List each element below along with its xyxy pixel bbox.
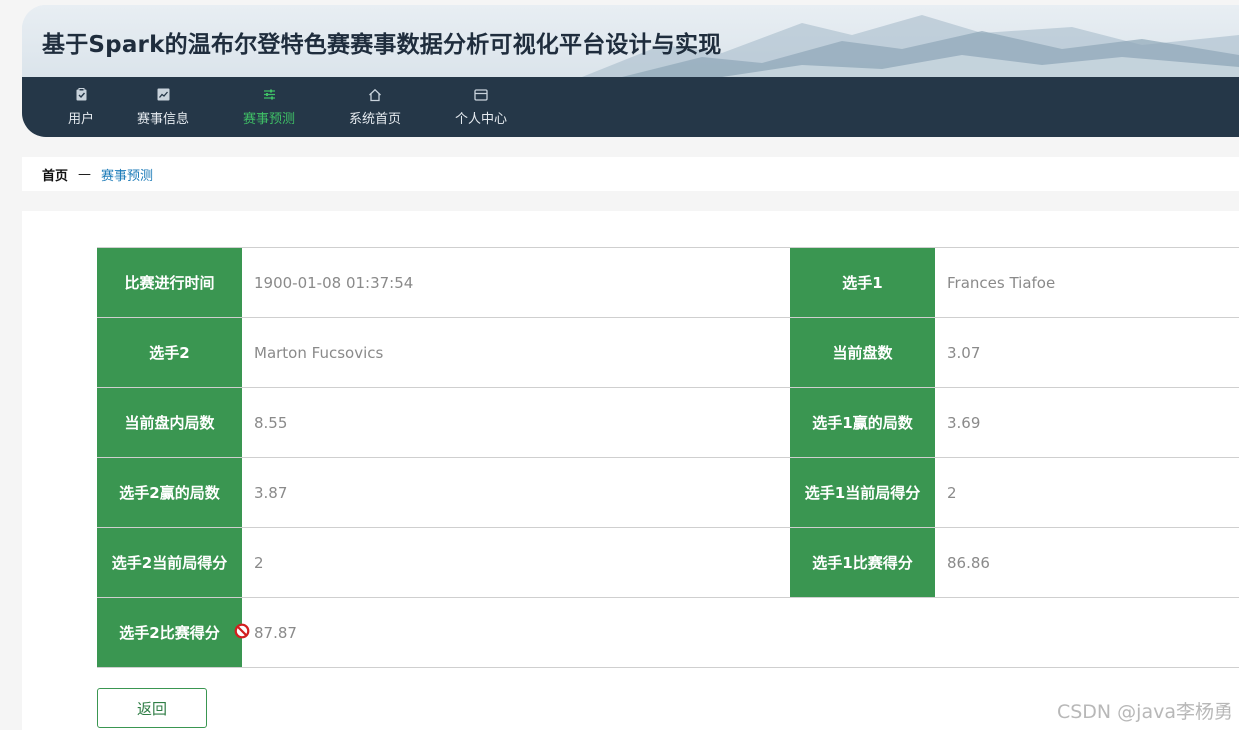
- watermark: CSDN @java李杨勇: [1056, 701, 1233, 723]
- field-value: 1900-01-08 01:37:54: [254, 273, 414, 292]
- back-button[interactable]: 返回: [97, 688, 207, 728]
- breadcrumb-home[interactable]: 首页: [42, 165, 68, 184]
- field-label: 选手1当前局得分: [790, 458, 935, 527]
- table-row: 当前盘内局数 8.55 选手1赢的局数 3.69: [97, 388, 1239, 458]
- header: 基于Spark的温布尔登特色赛赛事数据分析可视化平台设计与实现 用户 赛事信息 …: [22, 5, 1239, 137]
- not-allowed-cursor-icon: [234, 623, 250, 639]
- field-value: Frances Tiafoe: [947, 273, 1056, 292]
- breadcrumb: 首页 — 赛事预测: [22, 157, 1239, 191]
- card-icon: [474, 88, 488, 102]
- field-value-wrapper: 87.87: [234, 598, 790, 667]
- nav-label: 赛事信息: [136, 111, 189, 127]
- breadcrumb-separator: —: [78, 166, 92, 182]
- home-icon: [368, 88, 382, 102]
- table-row: 选手2比赛得分 87.87: [97, 598, 1239, 668]
- field-label: 选手2: [97, 318, 242, 387]
- nav-item-match-info[interactable]: 赛事信息: [110, 77, 216, 137]
- field-label: 比赛进行时间: [97, 248, 242, 317]
- field-label: 选手2赢的局数: [97, 458, 242, 527]
- field-label: 选手1: [790, 248, 935, 317]
- nav-label: 赛事预测: [242, 111, 295, 127]
- nav-label: 个人中心: [454, 111, 507, 127]
- field-label: 选手2比赛得分: [97, 598, 242, 667]
- table-row: 选手2 Marton Fucsovics 当前盘数 3.07: [97, 318, 1239, 388]
- table-row: 选手2当前局得分 2 选手1比赛得分 86.86: [97, 528, 1239, 598]
- field-label: 当前盘数: [790, 318, 935, 387]
- main-nav: 用户 赛事信息 赛事预测 系统首页 个人中心: [22, 77, 1239, 137]
- page: 基于Spark的温布尔登特色赛赛事数据分析可视化平台设计与实现 用户 赛事信息 …: [0, 0, 1239, 730]
- field-value: Marton Fucsovics: [254, 343, 384, 362]
- detail-table: 比赛进行时间 1900-01-08 01:37:54 选手1 Frances T…: [97, 247, 1239, 668]
- field-value: 3.69: [947, 413, 981, 432]
- nav-item-profile[interactable]: 个人中心: [428, 77, 534, 137]
- main-content: 比赛进行时间 1900-01-08 01:37:54 选手1 Frances T…: [22, 211, 1239, 730]
- nav-item-home[interactable]: 系统首页: [322, 77, 428, 137]
- table-row: 比赛进行时间 1900-01-08 01:37:54 选手1 Frances T…: [97, 248, 1239, 318]
- nav-label: 用户: [67, 111, 94, 127]
- field-value: 8.55: [254, 413, 288, 432]
- table-row: 选手2赢的局数 3.87 选手1当前局得分 2: [97, 458, 1239, 528]
- nav-item-match-prediction[interactable]: 赛事预测: [216, 77, 322, 137]
- field-value: 2: [947, 483, 957, 502]
- sliders-icon: [262, 88, 276, 102]
- site-title: 基于Spark的温布尔登特色赛赛事数据分析可视化平台设计与实现: [42, 32, 722, 58]
- nav-item-users[interactable]: 用户: [52, 77, 110, 137]
- field-value: 3.87: [254, 483, 288, 502]
- field-value: 2: [254, 553, 264, 572]
- nav-label: 系统首页: [348, 111, 401, 127]
- field-value: 3.07: [947, 343, 981, 362]
- header-banner: 基于Spark的温布尔登特色赛赛事数据分析可视化平台设计与实现: [22, 5, 1239, 77]
- field-label: 选手2当前局得分: [97, 528, 242, 597]
- field-label: 选手1比赛得分: [790, 528, 935, 597]
- field-value: 87.87: [254, 623, 297, 642]
- field-label: 选手1赢的局数: [790, 388, 935, 457]
- chart-icon: [156, 88, 170, 102]
- breadcrumb-current: 赛事预测: [101, 168, 154, 184]
- field-label: 当前盘内局数: [97, 388, 242, 457]
- clipboard-icon: [74, 88, 88, 102]
- field-value: 86.86: [947, 553, 990, 572]
